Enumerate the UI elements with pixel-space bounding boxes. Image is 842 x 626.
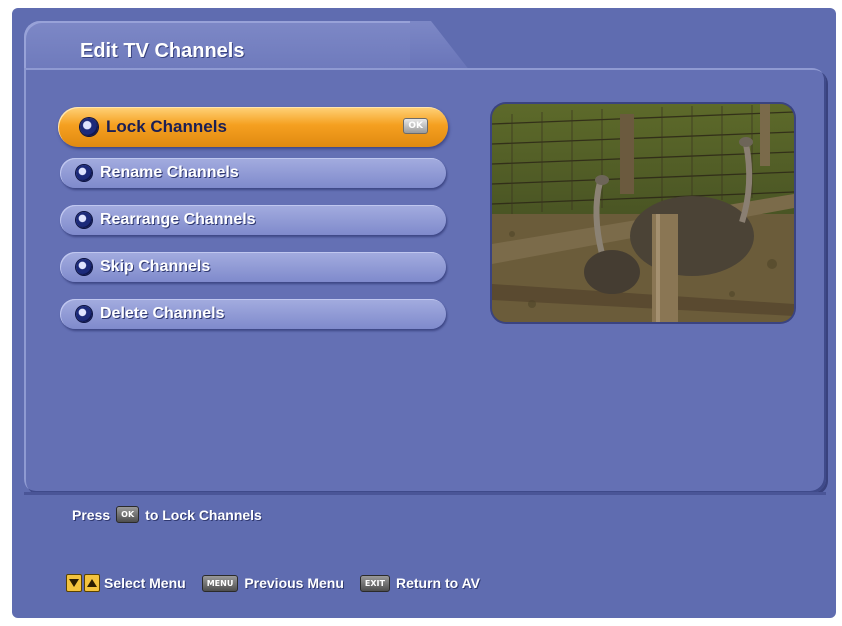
- menu-item-rearrange-channels[interactable]: Rearrange Channels: [60, 205, 446, 235]
- divider: [24, 492, 826, 495]
- bullet-icon: [76, 306, 92, 322]
- menu-item-lock-channels[interactable]: Lock Channels OK: [58, 107, 448, 147]
- menu-item-label: Rename Channels: [100, 164, 239, 181]
- page-title: Edit TV Channels: [80, 40, 245, 62]
- ok-key-icon: OK: [116, 506, 140, 523]
- menu-key-icon: MENU: [201, 574, 239, 592]
- previous-menu-label: Previous Menu: [244, 575, 344, 591]
- menu-item-label: Lock Channels: [106, 117, 227, 136]
- video-preview: [492, 104, 794, 322]
- menu-item-delete-channels[interactable]: Delete Channels: [60, 299, 446, 329]
- exit-key-icon: EXIT: [359, 574, 390, 592]
- help-text: Press OK to Lock Channels: [72, 506, 262, 523]
- menu-item-label: Delete Channels: [100, 305, 225, 322]
- menu-item-skip-channels[interactable]: Skip Channels: [60, 252, 446, 282]
- menu-item-label: Rearrange Channels: [100, 211, 256, 228]
- select-menu-label: Select Menu: [104, 575, 186, 591]
- ok-key-icon: OK: [403, 118, 428, 134]
- hint-suffix: to Lock Channels: [145, 506, 262, 523]
- bullet-icon: [80, 118, 98, 136]
- hint-prefix: Press: [72, 506, 111, 523]
- bullet-icon: [76, 259, 92, 275]
- arrow-up-icon: [84, 574, 100, 592]
- menu-item-rename-channels[interactable]: Rename Channels: [60, 158, 446, 188]
- arrow-down-icon: [66, 574, 82, 592]
- bullet-icon: [76, 212, 92, 228]
- menu-item-label: Skip Channels: [100, 258, 211, 275]
- return-to-av-label: Return to AV: [396, 575, 480, 591]
- footer-legend: Select Menu MENU Previous Menu EXIT Retu…: [66, 572, 480, 594]
- bullet-icon: [76, 165, 92, 181]
- preview-scene: [492, 104, 794, 322]
